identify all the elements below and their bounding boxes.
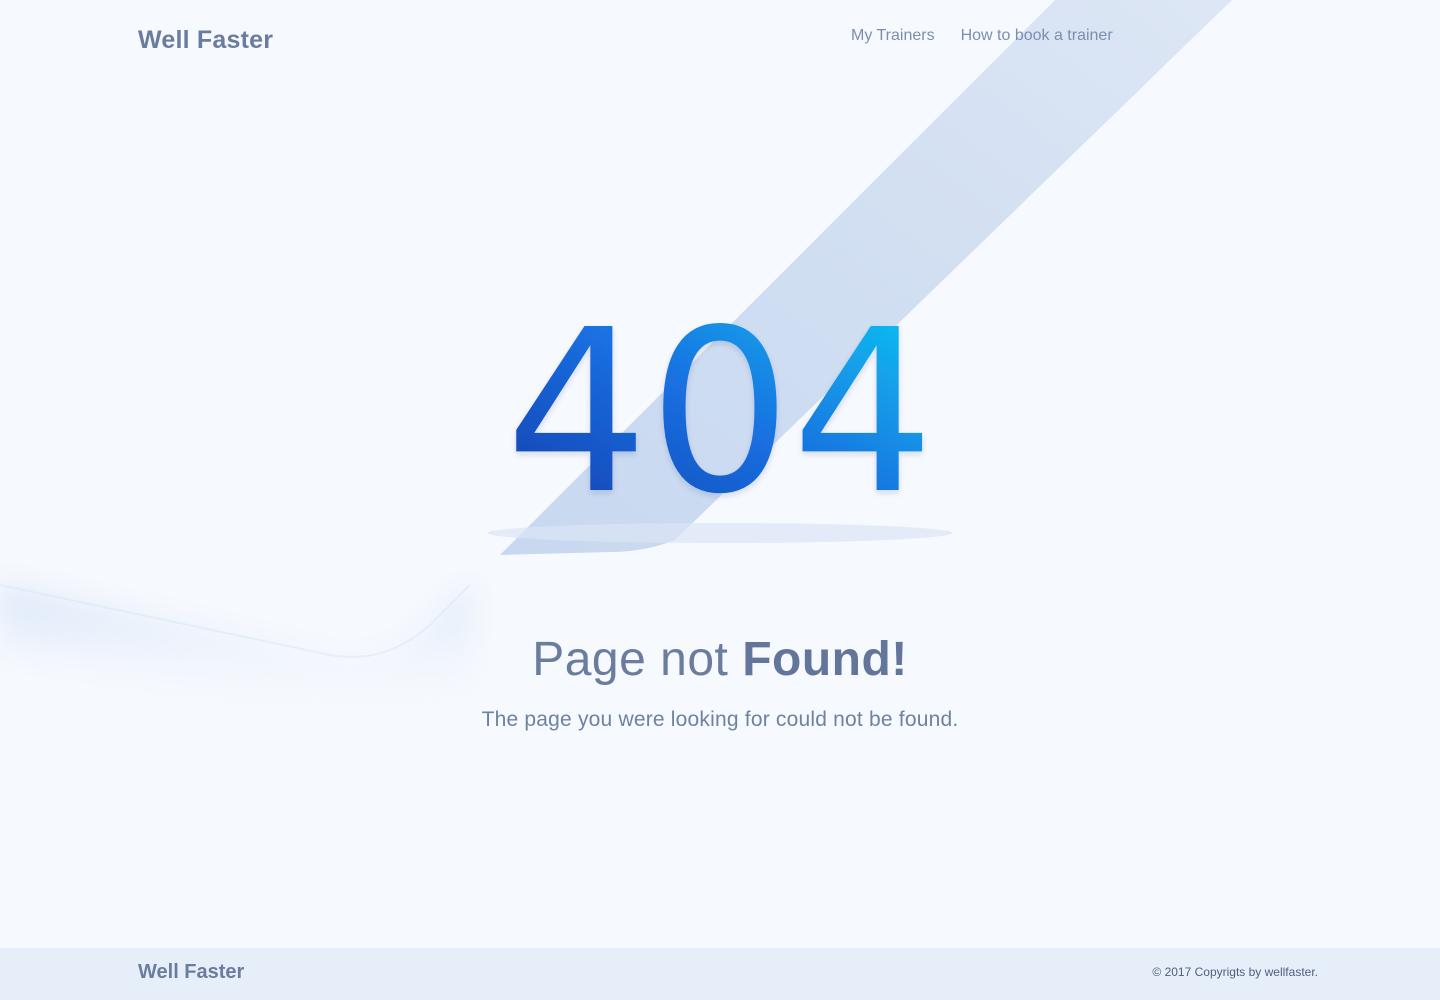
error-code-text: 404 <box>505 282 934 544</box>
error-content: 404 Page not Found! The page you were lo… <box>0 0 1440 1000</box>
title-bold: Found! <box>742 633 908 686</box>
page-title: Page not Found! <box>0 632 1440 687</box>
footer-logo: Well Faster <box>138 961 245 983</box>
title-light: Page not <box>532 633 743 686</box>
copyright-text: © 2017 Copyrigts by wellfaster. <box>1152 965 1318 979</box>
error-message: The page you were looking for could not … <box>481 708 959 731</box>
error-code-404: 404 <box>505 282 934 544</box>
site-footer: Well Faster © 2017 Copyrigts by wellfast… <box>0 948 1440 1000</box>
